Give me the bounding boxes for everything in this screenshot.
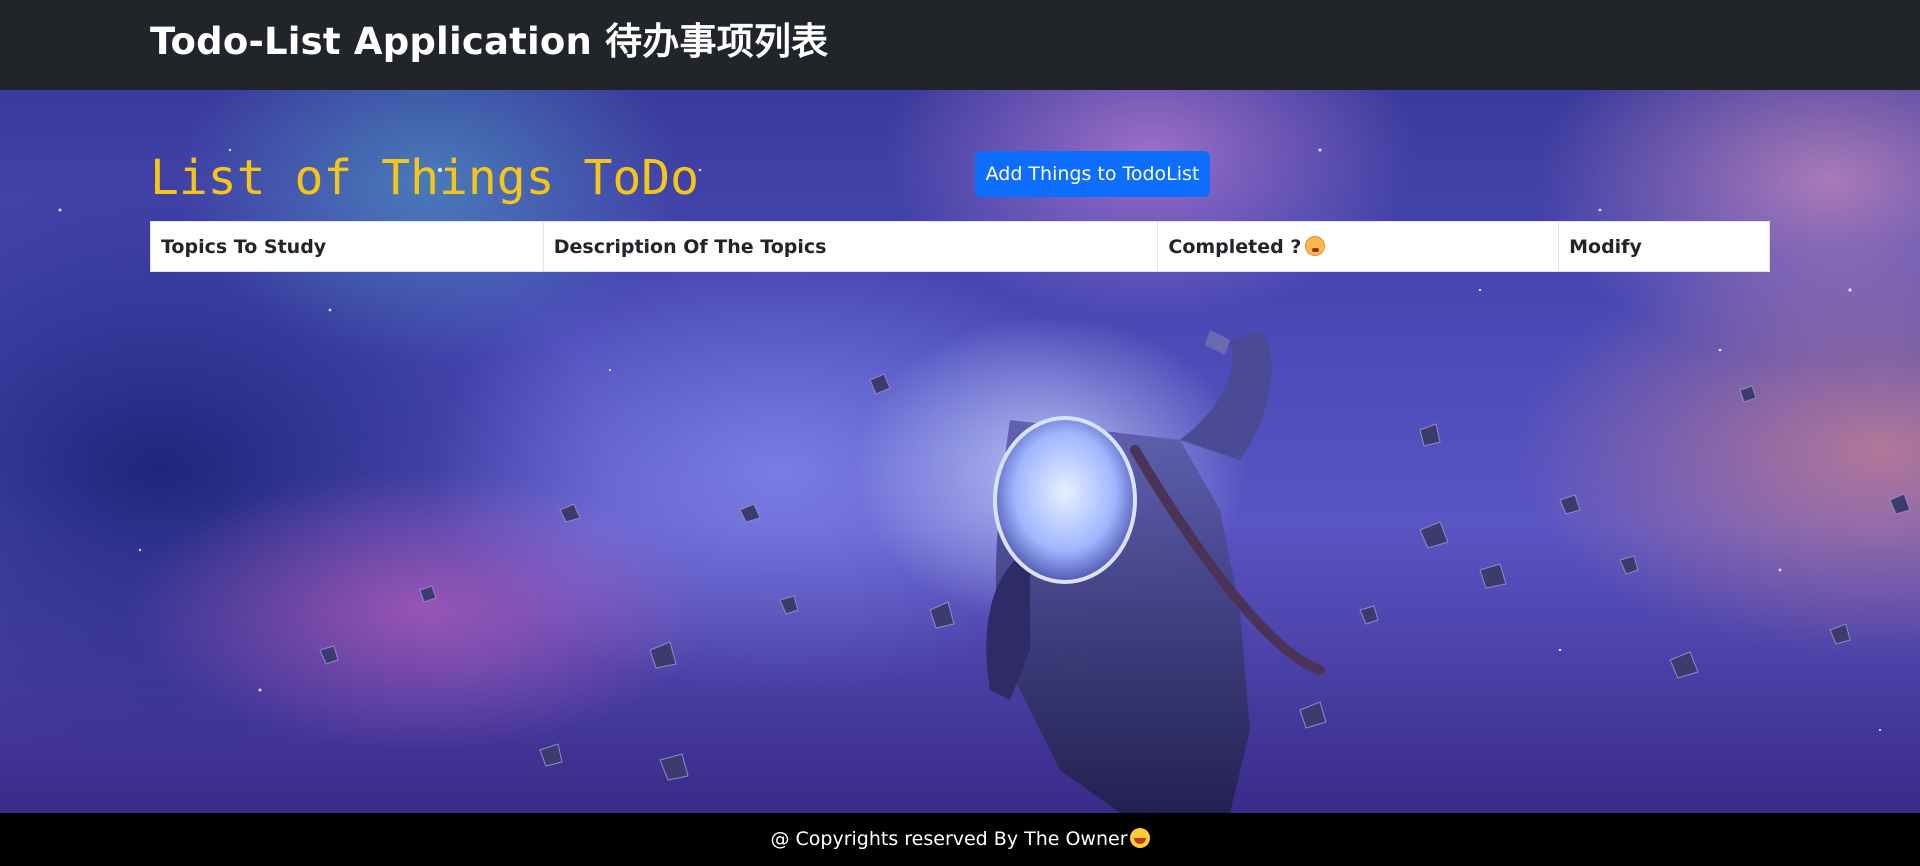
footer: @ Copyrights reserved By The Owner <box>0 813 1920 866</box>
navbar-brand[interactable]: Todo-List Application 待办事项列表 <box>150 18 828 66</box>
table-header-row: Topics To Study Description Of The Topic… <box>150 221 1770 272</box>
footer-copyright: @ Copyrights reserved By The Owner <box>770 828 1150 850</box>
navbar: Todo-List Application 待办事项列表 <box>0 0 1920 90</box>
column-header-modify: Modify <box>1558 221 1770 272</box>
column-header-description: Description Of The Topics <box>542 221 1159 272</box>
column-header-topics: Topics To Study <box>150 221 544 272</box>
add-things-button[interactable]: Add Things to TodoList <box>975 151 1210 197</box>
column-header-completed: Completed ? <box>1157 221 1560 272</box>
astronaut <box>986 330 1325 813</box>
thinking-face-icon <box>1305 235 1326 256</box>
todo-table: Topics To Study Description Of The Topic… <box>150 221 1770 272</box>
page-title: List of Things ToDo <box>150 150 700 206</box>
grinning-face-icon <box>1129 828 1150 848</box>
